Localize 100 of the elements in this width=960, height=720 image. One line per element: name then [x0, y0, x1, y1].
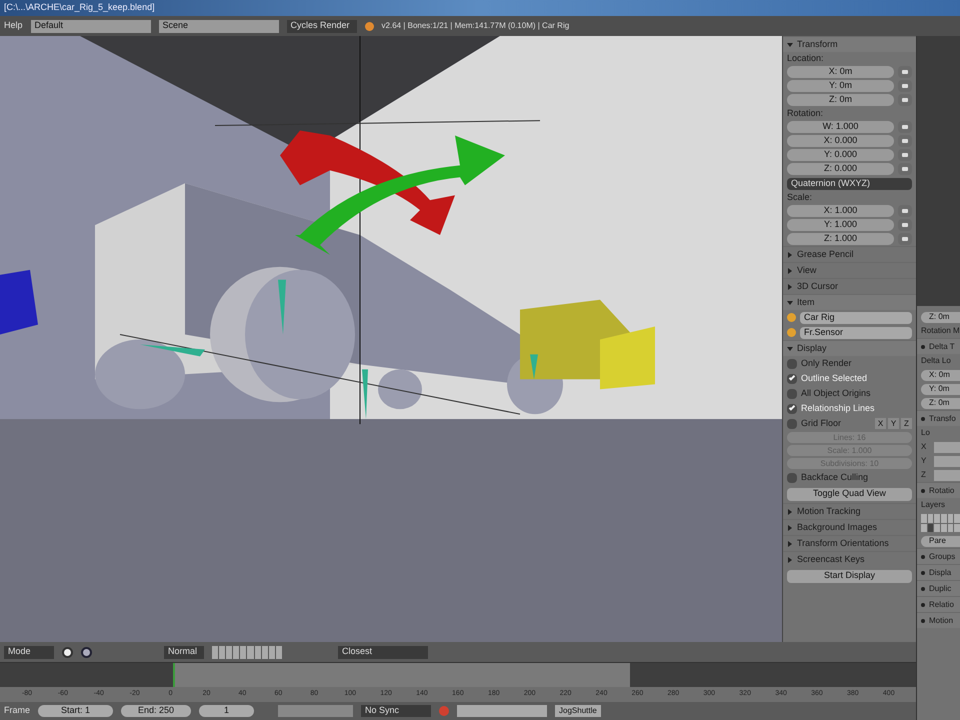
snap-element-dropdown[interactable]: Closest	[338, 646, 428, 658]
lock-icon[interactable]	[898, 121, 912, 133]
current-frame-line	[173, 663, 175, 687]
rotation-mode-dropdown[interactable]: Quaternion (WXYZ)	[787, 178, 912, 190]
panel-header[interactable]: Motion Tracking	[783, 503, 916, 519]
field-label: Layers	[921, 499, 946, 511]
field-label: Scale:	[787, 190, 812, 204]
number-field[interactable]: X: 1.000	[787, 205, 894, 217]
panel-button[interactable]: Toggle Quad View	[787, 488, 912, 500]
shading-icon[interactable]	[62, 646, 73, 658]
checkbox[interactable]	[787, 388, 797, 398]
current-frame-field[interactable]: 1	[199, 705, 254, 717]
panel-header[interactable]: Groups	[917, 548, 960, 564]
manipulator-icon[interactable]	[81, 646, 92, 658]
lock-icon[interactable]	[898, 219, 912, 231]
lock-icon[interactable]	[898, 135, 912, 147]
panel-header[interactable]: Transform	[783, 36, 916, 52]
number-field[interactable]: W: 1.000	[787, 121, 894, 133]
lock-icon[interactable]	[898, 163, 912, 175]
field-label: Rotation M	[921, 325, 960, 337]
number-field[interactable]: Z: 1.000	[787, 233, 894, 245]
scene-stats: v2.64 | Bones:1/21 | Mem:141.77M (0.10M) | Car Rig	[382, 20, 570, 32]
lock-icon[interactable]	[898, 94, 912, 106]
keying-set-field[interactable]	[457, 705, 548, 717]
checkbox[interactable]	[787, 374, 797, 384]
layer-buttons[interactable]	[212, 646, 282, 658]
field-label: Rotation:	[787, 106, 824, 120]
number-field[interactable]: Z: 0m	[921, 312, 960, 322]
panel-header[interactable]: Item	[783, 294, 916, 310]
axis-toggle[interactable]: Z	[901, 418, 912, 429]
checkbox[interactable]	[787, 418, 797, 428]
axis-label: Y	[921, 455, 926, 467]
layers-grid[interactable]	[921, 514, 960, 532]
panel-header[interactable]: Background Images	[783, 519, 916, 535]
panel-header[interactable]: Transfo	[917, 410, 960, 426]
field-label: Lo	[921, 427, 930, 439]
panel-button[interactable]: Start Display	[787, 570, 912, 582]
panel-header[interactable]: Displa	[917, 564, 960, 580]
mode-dropdown[interactable]: Mode	[4, 646, 54, 658]
screen-layout-dropdown[interactable]: Default	[30, 20, 151, 32]
axis-label: Z	[921, 469, 926, 481]
number-field[interactable]: Z: 0.000	[787, 163, 894, 175]
checkbox-label: All Object Origins	[801, 386, 871, 400]
number-field[interactable]: Y: 1.000	[787, 219, 894, 231]
field-label: Location:	[787, 52, 824, 65]
collapsed-triangle-icon	[787, 556, 793, 562]
number-field[interactable]: Y: 0.000	[787, 149, 894, 161]
checkbox-label: Grid Floor	[801, 416, 842, 430]
axis-toggle[interactable]: Y	[888, 418, 899, 429]
panel-header[interactable]: Duplic	[917, 580, 960, 596]
expanded-triangle-icon	[787, 42, 793, 48]
start-frame-field[interactable]: Start: 1	[38, 705, 114, 717]
panel-header[interactable]: Relatio	[917, 596, 960, 612]
checkbox[interactable]	[787, 358, 797, 368]
number-field[interactable]: Z: 0m	[921, 398, 960, 408]
panel-header[interactable]: Display	[783, 340, 916, 356]
collapsed-triangle-icon	[787, 284, 793, 290]
orientation-dropdown[interactable]: Normal	[164, 646, 204, 658]
number-field[interactable]	[934, 456, 960, 466]
checkbox-label: Only Render	[801, 356, 852, 370]
number-field[interactable]: X: 0m	[921, 370, 960, 380]
help-menu[interactable]: Help	[4, 19, 23, 33]
bullet-icon	[921, 488, 925, 492]
number-field[interactable]	[934, 442, 960, 452]
collapsed-triangle-icon	[787, 268, 793, 274]
checkbox-label: Backface Culling	[801, 470, 868, 484]
panel-header[interactable]: Screencast Keys	[783, 551, 916, 567]
name-field[interactable]: Fr.Sensor	[800, 326, 912, 338]
number-field[interactable]: Z: 0m	[787, 94, 894, 106]
keying-set-button[interactable]: JogShuttle	[555, 705, 601, 717]
panel-header[interactable]: Motion	[917, 612, 960, 628]
sync-dropdown[interactable]: No Sync	[361, 705, 432, 717]
checkbox[interactable]	[787, 472, 797, 482]
lock-icon[interactable]	[898, 80, 912, 92]
bullet-icon	[921, 586, 925, 590]
bullet-icon	[921, 416, 925, 420]
number-field[interactable]: Y: 0m	[787, 80, 894, 92]
lock-icon[interactable]	[898, 149, 912, 161]
render-engine-dropdown[interactable]: Cycles Render	[286, 20, 357, 32]
3d-viewport[interactable]	[0, 36, 782, 642]
bullet-icon	[921, 344, 925, 348]
number-field[interactable]: Y: 0m	[921, 384, 960, 394]
lock-icon[interactable]	[898, 205, 912, 217]
number-field[interactable]: X: 0.000	[787, 135, 894, 147]
lock-icon[interactable]	[898, 66, 912, 78]
lock-icon[interactable]	[898, 233, 912, 245]
checkbox-label: Relationship Lines	[801, 402, 875, 415]
name-field[interactable]: Car Rig	[800, 312, 912, 324]
panel-header[interactable]: Delta T	[917, 338, 960, 354]
panel-header[interactable]: Rotatio	[917, 482, 960, 498]
axis-toggle[interactable]: X	[875, 418, 886, 429]
number-field[interactable]: X: 0m	[787, 66, 894, 78]
frame-menu[interactable]: Frame	[4, 704, 30, 718]
number-field[interactable]: Pare	[921, 536, 960, 546]
checkbox[interactable]	[787, 404, 797, 414]
collapsed-triangle-icon	[787, 540, 793, 546]
collapsed-triangle-icon	[787, 524, 793, 530]
scene-dropdown[interactable]: Scene	[158, 20, 279, 32]
end-frame-field[interactable]: End: 250	[121, 705, 192, 717]
number-field[interactable]	[934, 470, 960, 480]
